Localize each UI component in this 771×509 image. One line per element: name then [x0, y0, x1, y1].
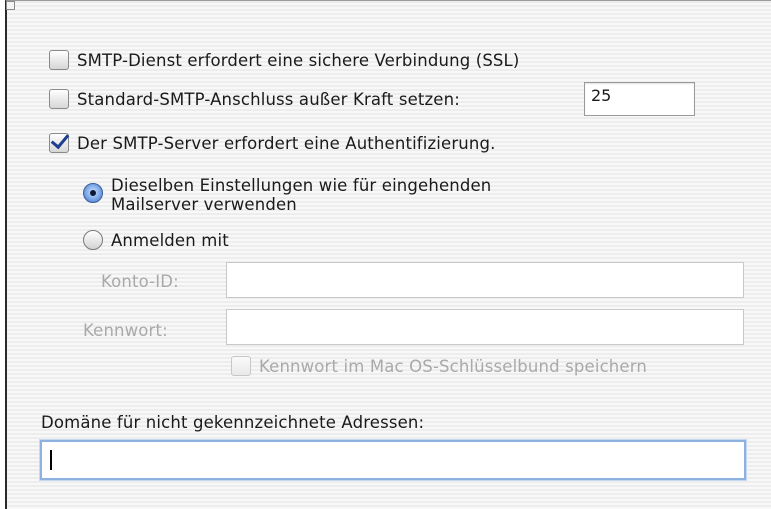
radio-same-settings[interactable]: Dieselben Einstellungen wie für eingehen… [83, 176, 491, 214]
password-row: Kennwort: [83, 321, 168, 340]
keychain-label: Kennwort im Mac OS-Schlüsselbund speiche… [259, 356, 647, 376]
same-settings-text: Dieselben Einstellungen wie für eingehen… [111, 176, 491, 214]
login-with-label: Anmelden mit [111, 230, 229, 250]
radio-login-with[interactable]: Anmelden mit [83, 230, 229, 250]
domain-label: Domäne für nicht gekennzeichnete Adresse… [41, 413, 425, 432]
smtp-options-panel: SMTP-Dienst erfordert eine sichere Verbi… [5, 0, 771, 509]
password-input[interactable] [226, 309, 744, 345]
window-corner-box [6, 1, 15, 10]
auth-checkbox[interactable] [49, 133, 69, 153]
same-settings-radio[interactable] [83, 183, 103, 203]
auth-label: Der SMTP-Server erfordert eine Authentif… [77, 133, 496, 153]
keychain-checkbox[interactable] [231, 356, 251, 376]
password-label: Kennwort: [83, 321, 168, 340]
ssl-option[interactable]: SMTP-Dienst erfordert eine sichere Verbi… [49, 50, 520, 70]
ssl-label: SMTP-Dienst erfordert eine sichere Verbi… [77, 50, 520, 70]
override-port-label: Standard-SMTP-Anschluss außer Kraft setz… [77, 89, 460, 109]
account-id-label: Konto-ID: [101, 272, 179, 291]
port-value: 25 [591, 86, 612, 105]
keychain-option[interactable]: Kennwort im Mac OS-Schlüsselbund speiche… [231, 356, 647, 376]
ssl-checkbox[interactable] [49, 50, 69, 70]
auth-option[interactable]: Der SMTP-Server erfordert eine Authentif… [49, 133, 496, 153]
override-port-option[interactable]: Standard-SMTP-Anschluss außer Kraft setz… [49, 89, 460, 109]
same-settings-line1: Dieselben Einstellungen wie für eingehen… [111, 176, 492, 195]
override-port-checkbox[interactable] [49, 89, 69, 109]
account-id-row: Konto-ID: [101, 272, 179, 291]
domain-input[interactable] [40, 440, 746, 480]
text-caret [50, 449, 52, 470]
port-input[interactable]: 25 [584, 82, 695, 116]
login-with-radio[interactable] [83, 230, 103, 250]
same-settings-line2: Mailserver verwenden [111, 195, 297, 214]
domain-row: Domäne für nicht gekennzeichnete Adresse… [41, 413, 424, 432]
account-id-input[interactable] [226, 262, 744, 298]
